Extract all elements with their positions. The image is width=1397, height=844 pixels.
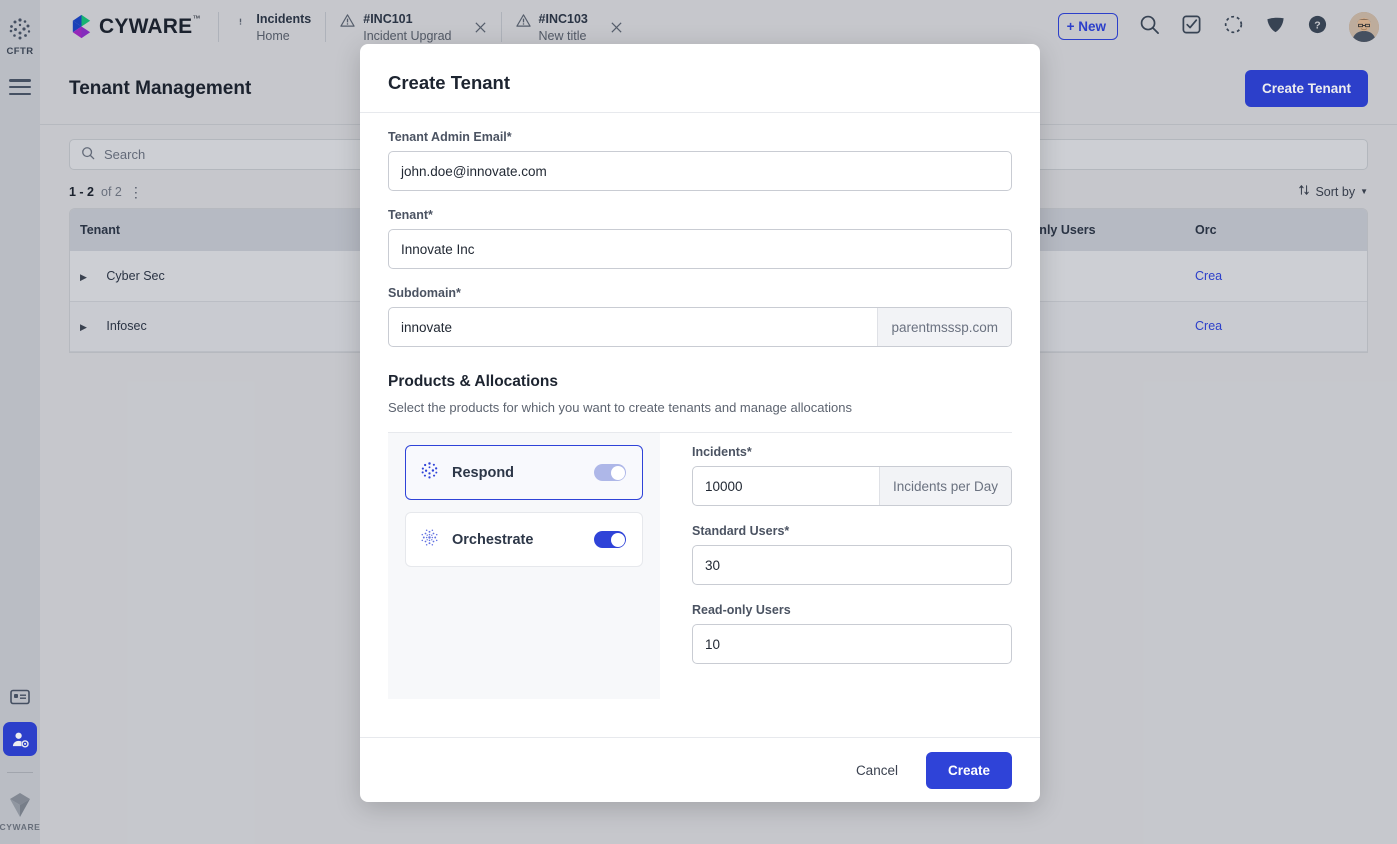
product-name: Orchestrate [452, 532, 533, 548]
create-tenant-modal: Create Tenant Tenant Admin Email* john.d… [360, 44, 1040, 802]
product-item-orchestrate[interactable]: Orchestrate [405, 512, 643, 567]
incidents-label: Incidents* [692, 445, 1012, 459]
standard-users-input[interactable]: 30 [692, 545, 1012, 585]
modal-title: Create Tenant [360, 44, 1040, 112]
modal-footer: Cancel Create [360, 737, 1040, 802]
product-item-respond[interactable]: Respond [405, 445, 643, 500]
incidents-input[interactable]: 10000 [693, 467, 879, 505]
field-admin-email: Tenant Admin Email* john.doe@innovate.co… [388, 130, 1012, 191]
readonly-users-input[interactable]: 10 [692, 624, 1012, 664]
admin-email-input[interactable]: john.doe@innovate.com [388, 151, 1012, 191]
admin-email-label: Tenant Admin Email* [388, 130, 1012, 144]
orchestrate-toggle[interactable] [594, 531, 626, 548]
respond-dots-icon [420, 461, 439, 485]
orchestrate-dots-icon [420, 528, 439, 552]
standard-users-label: Standard Users* [692, 524, 1012, 538]
tenant-name-label: Tenant* [388, 208, 1012, 222]
allocations-area: Respond [388, 432, 1012, 699]
subdomain-input-group: innovate parentmsssp.com [388, 307, 1012, 347]
readonly-users-label: Read-only Users [692, 603, 1012, 617]
tenant-name-input[interactable]: Innovate Inc [388, 229, 1012, 269]
field-readonly-users: Read-only Users 10 [692, 603, 1012, 664]
product-name: Respond [452, 465, 514, 481]
cancel-button[interactable]: Cancel [844, 753, 910, 788]
subdomain-label: Subdomain* [388, 286, 1012, 300]
modal-body: Tenant Admin Email* john.doe@innovate.co… [360, 112, 1040, 737]
field-subdomain: Subdomain* innovate parentmsssp.com [388, 286, 1012, 347]
product-list: Respond [388, 433, 660, 699]
subdomain-input[interactable]: innovate [389, 308, 877, 346]
subdomain-suffix: parentmsssp.com [877, 308, 1011, 346]
respond-toggle[interactable] [594, 464, 626, 481]
allocation-fields: Incidents* 10000 Incidents per Day Stand… [660, 433, 1012, 699]
field-tenant-name: Tenant* Innovate Inc [388, 208, 1012, 269]
field-incidents: Incidents* 10000 Incidents per Day [692, 445, 1012, 506]
field-standard-users: Standard Users* 30 [692, 524, 1012, 585]
create-button[interactable]: Create [926, 752, 1012, 789]
products-section-heading: Products & Allocations [388, 373, 1012, 391]
products-section-subheading: Select the products for which you want t… [388, 400, 1012, 415]
incidents-input-group: 10000 Incidents per Day [692, 466, 1012, 506]
incidents-suffix: Incidents per Day [879, 467, 1011, 505]
